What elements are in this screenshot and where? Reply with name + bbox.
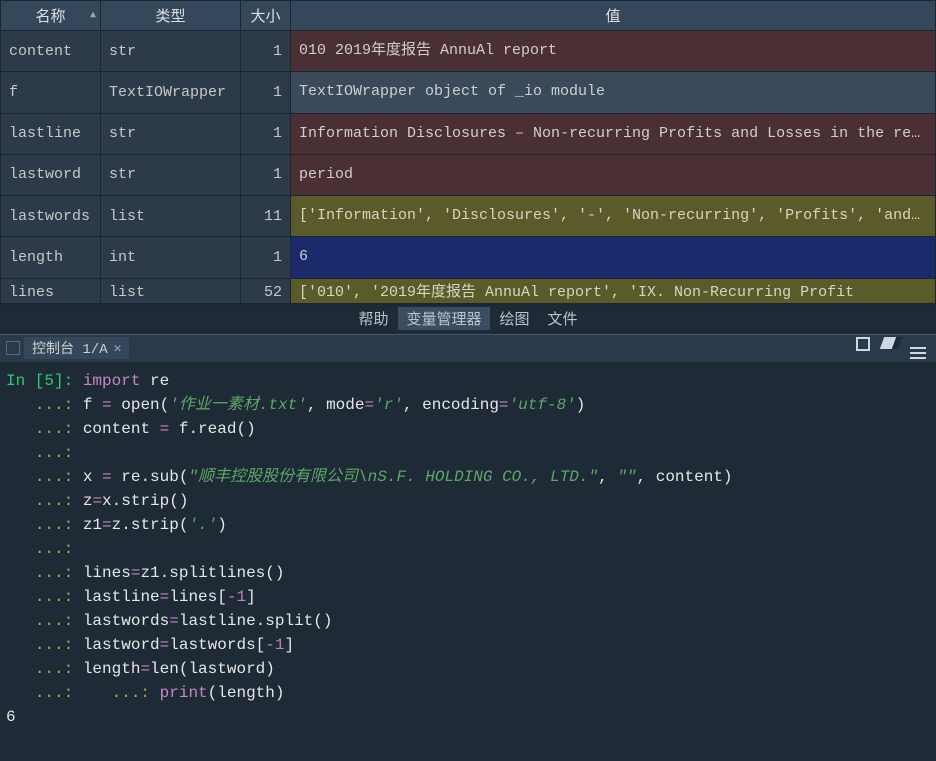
cell-size: 11 [241,196,291,237]
table-row[interactable]: contentstr1010 2019年度报告 AnnuAl report [1,31,936,72]
table-row[interactable]: fTextIOWrapper1TextIOWrapper object of _… [1,72,936,113]
table-row[interactable]: lastwordslist11['Information', 'Disclosu… [1,196,936,237]
cell-name: f [1,72,101,113]
column-header-name[interactable]: 名称▲ [1,1,101,31]
console-toolbar [856,337,936,359]
cell-size: 1 [241,72,291,113]
console-tab-label: 控制台 1/A [32,338,108,358]
cell-name: lastwords [1,196,101,237]
close-icon[interactable]: ✕ [114,341,122,356]
table-row[interactable]: lineslist52['010', '2019年度报告 AnnuAl repo… [1,278,936,303]
cell-size: 1 [241,113,291,154]
console-body[interactable]: In [5]: import re ...: f = open('作业一素材.t… [0,363,936,761]
cell-type: str [101,154,241,195]
console-panel: 控制台 1/A ✕ In [5]: import re ...: f = ope… [0,334,936,761]
pane-tab[interactable]: 帮助 [350,307,396,330]
cell-size: 1 [241,154,291,195]
cell-type: list [101,278,241,303]
cell-type: int [101,237,241,278]
cell-name: lines [1,278,101,303]
pane-tab[interactable]: 文件 [540,307,586,330]
cell-type: str [101,31,241,72]
cell-name: lastline [1,113,101,154]
cell-value: period [291,154,936,195]
console-tab[interactable]: 控制台 1/A ✕ [24,337,129,359]
stop-icon[interactable] [856,337,870,359]
cell-value: TextIOWrapper object of _io module [291,72,936,113]
cell-size: 52 [241,278,291,303]
console-titlebar: 控制台 1/A ✕ [0,335,936,363]
cell-type: TextIOWrapper [101,72,241,113]
column-header-size[interactable]: 大小 [241,1,291,31]
cell-value: ['Information', 'Disclosures', '-', 'Non… [291,196,936,237]
clear-icon[interactable] [882,337,898,359]
cell-value: 6 [291,237,936,278]
cell-value: 010 2019年度报告 AnnuAl report [291,31,936,72]
new-tab-icon[interactable] [6,341,20,355]
column-header-type[interactable]: 类型 [101,1,241,31]
cell-name: content [1,31,101,72]
variable-explorer-table[interactable]: 名称▲ 类型 大小 值 contentstr1010 2019年度报告 Annu… [0,0,936,304]
table-row[interactable]: lengthint16 [1,237,936,278]
cell-name: length [1,237,101,278]
cell-name: lastword [1,154,101,195]
cell-type: str [101,113,241,154]
cell-size: 1 [241,237,291,278]
cell-value: ['010', '2019年度报告 AnnuAl report', 'IX. N… [291,278,936,303]
pane-tab-strip: 帮助变量管理器绘图文件 [0,304,936,334]
table-header-row: 名称▲ 类型 大小 值 [1,1,936,31]
cell-size: 1 [241,31,291,72]
pane-tab[interactable]: 变量管理器 [398,307,489,330]
table-row[interactable]: lastlinestr1Information Disclosures – No… [1,113,936,154]
table-row[interactable]: lastwordstr1period [1,154,936,195]
pane-tab[interactable]: 绘图 [492,307,538,330]
column-header-value[interactable]: 值 [291,1,936,31]
cell-type: list [101,196,241,237]
sort-arrow-icon: ▲ [90,10,96,21]
cell-value: Information Disclosures – Non-recurring … [291,113,936,154]
menu-icon[interactable] [910,337,926,359]
